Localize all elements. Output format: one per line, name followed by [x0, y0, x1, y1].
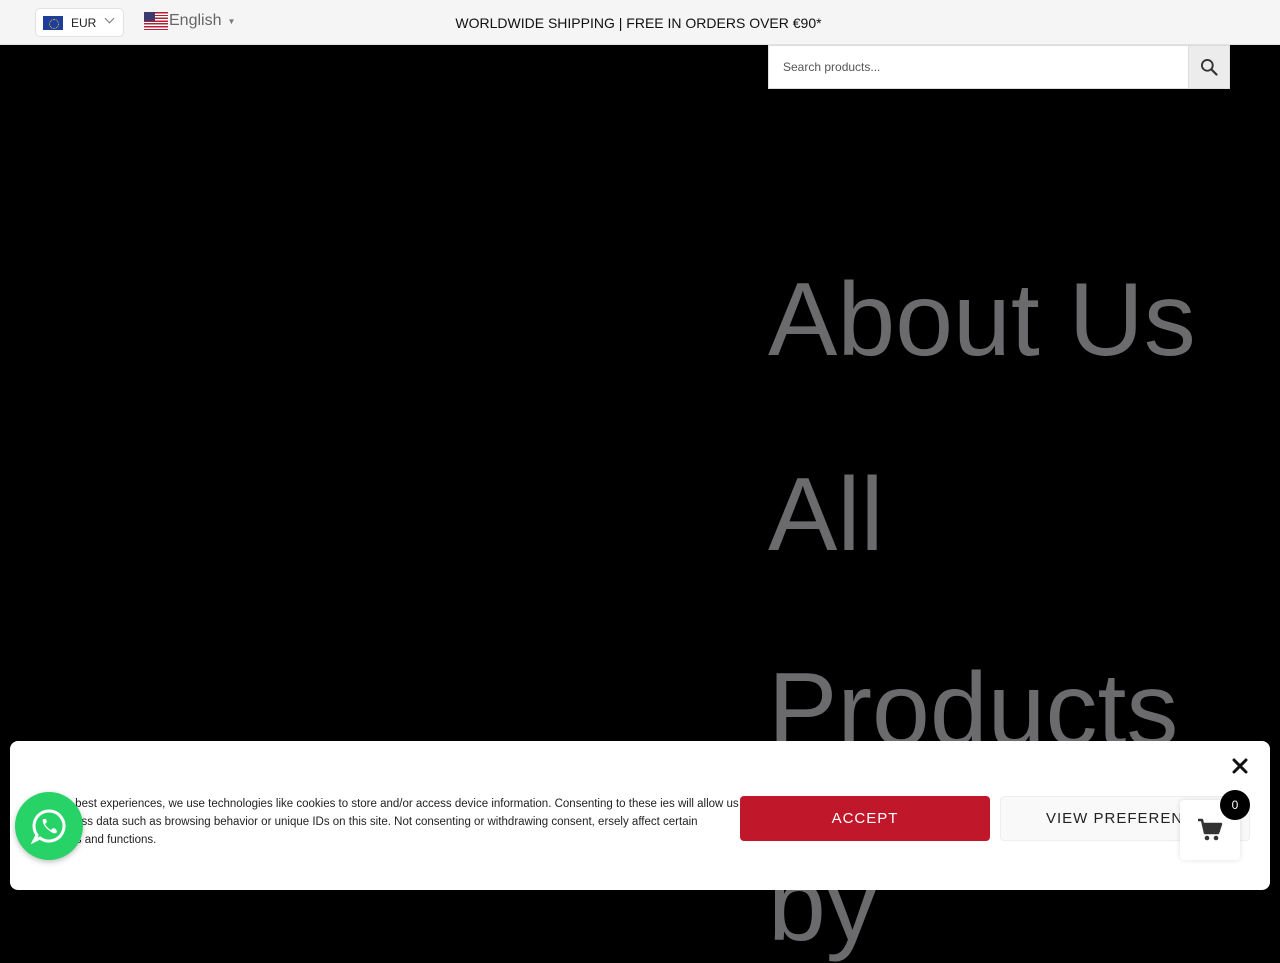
- accept-button[interactable]: ACCEPT: [740, 796, 990, 841]
- menu-item-about-us[interactable]: About Us: [768, 268, 1196, 372]
- top-bar: EUR English ▼ WORLDWIDE SHIPPING | FREE …: [0, 0, 1280, 45]
- menu-item-all[interactable]: All: [768, 463, 884, 567]
- cookie-message: de the best experiences, we use technolo…: [40, 798, 739, 846]
- whatsapp-icon: [30, 809, 66, 845]
- search-icon: [1201, 58, 1218, 76]
- search-input[interactable]: [768, 45, 1188, 89]
- shipping-notice: WORLDWIDE SHIPPING | FREE IN ORDERS OVER…: [455, 15, 822, 31]
- whatsapp-button[interactable]: [15, 792, 83, 860]
- close-icon[interactable]: [1230, 756, 1250, 776]
- product-search: [768, 45, 1230, 89]
- cookie-consent-banner: de the best experiences, we use technolo…: [10, 741, 1270, 890]
- cart-count-badge: 0: [1220, 790, 1250, 820]
- search-button[interactable]: [1188, 45, 1230, 89]
- cart-icon: [1198, 818, 1223, 841]
